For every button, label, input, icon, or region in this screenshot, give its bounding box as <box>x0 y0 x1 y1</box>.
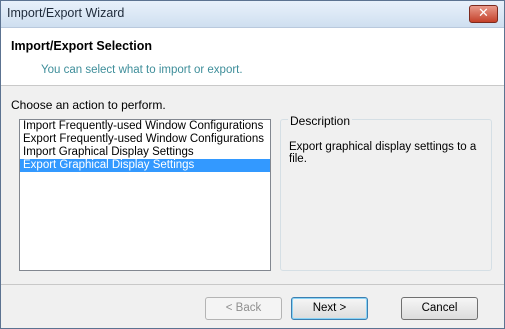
description-label: Description <box>288 114 353 128</box>
back-button[interactable]: < Back <box>205 297 282 320</box>
action-prompt: Choose an action to perform. <box>11 98 166 112</box>
cancel-button[interactable]: Cancel <box>401 297 478 320</box>
list-item-export-display-settings[interactable]: Export Graphical Display Settings <box>20 159 270 172</box>
wizard-window: Import/Export Wizard ✕ Import/Export Sel… <box>0 0 505 329</box>
footer-divider <box>1 284 504 285</box>
list-item-import-display-settings[interactable]: Import Graphical Display Settings <box>20 146 270 159</box>
list-item-import-window-configs[interactable]: Import Frequently-used Window Configurat… <box>20 120 270 133</box>
header-subtitle: You can select what to import or export. <box>41 64 243 76</box>
title-bar: Import/Export Wizard ✕ <box>1 1 504 28</box>
header-title: Import/Export Selection <box>11 39 152 53</box>
close-button[interactable]: ✕ <box>469 5 498 23</box>
list-item-export-window-configs[interactable]: Export Frequently-used Window Configurat… <box>20 133 270 146</box>
window-title: Import/Export Wizard <box>7 6 125 20</box>
description-text: Export graphical display settings to a f… <box>289 141 477 165</box>
next-button[interactable]: Next > <box>291 297 368 320</box>
close-icon: ✕ <box>478 5 489 20</box>
description-panel: Description Export graphical display set… <box>280 114 492 271</box>
wizard-header: Import/Export Selection You can select w… <box>1 28 504 86</box>
action-listbox[interactable]: Import Frequently-used Window Configurat… <box>19 119 271 271</box>
